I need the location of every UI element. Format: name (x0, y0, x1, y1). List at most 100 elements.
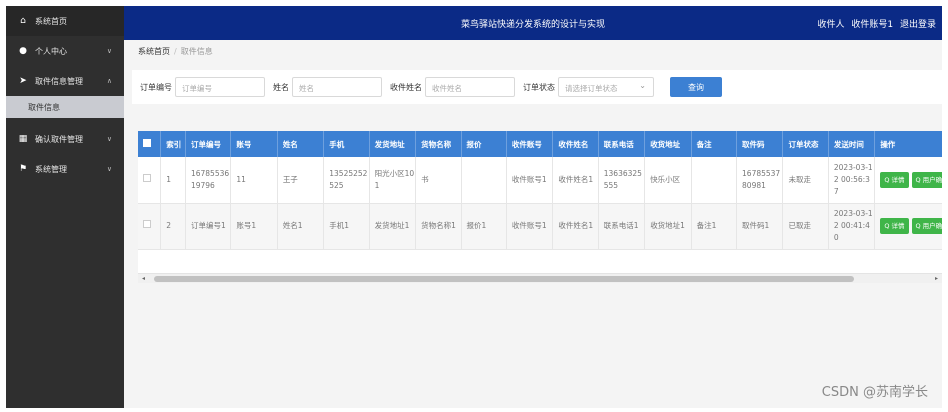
recv-name-input[interactable]: 收件姓名 (425, 77, 515, 97)
row-checkbox[interactable] (138, 157, 162, 204)
sidebar-item-confirm-pickup[interactable]: ▦ 确认取件管理 ∨ (6, 124, 124, 154)
sidebar-item-label: 系统首页 (35, 16, 67, 26)
table-cell: 联系电话1 (598, 203, 646, 250)
column-header: 订单状态 (782, 131, 829, 157)
detail-button[interactable]: Q 详情 (880, 218, 909, 234)
column-header: 联系电话 (598, 131, 646, 157)
column-header: 姓名 (277, 131, 325, 157)
send-icon: ➤ (19, 76, 27, 86)
row-checkbox[interactable] (138, 203, 162, 250)
user-info: 收件人 收件账号1 退出登录 (813, 17, 936, 30)
column-header: 发送时间 (828, 131, 876, 157)
confirm-button[interactable]: Q 用户确 (911, 218, 942, 234)
sidebar-item-pickup-info[interactable]: ➤ 取件信息管理 ∧ (6, 66, 124, 96)
table-cell: 2 (160, 203, 186, 250)
table-cell: 收件姓名1 (552, 157, 599, 204)
chevron-down-icon: ∨ (106, 135, 112, 143)
detail-button[interactable]: Q 详情 (880, 171, 909, 188)
table-cell (691, 157, 738, 204)
table-cell: 13525252525 (323, 157, 370, 204)
order-label: 订单编号 (140, 82, 172, 92)
column-header: 发货地址 (369, 131, 417, 157)
table-cell: 报价1 (461, 203, 507, 250)
horizontal-scrollbar[interactable]: ◂ ▸ (138, 273, 942, 283)
table-cell: 账号1 (230, 203, 278, 250)
table-cell: 阳光小区101 (369, 157, 417, 204)
status-placeholder: 请选择订单状态 (565, 84, 618, 93)
table-cell: 货物名称1 (415, 203, 462, 250)
table-cell: 备注1 (691, 203, 738, 250)
sidebar-subitem-label: 取件信息 (28, 102, 60, 112)
sidebar-item-home[interactable]: ⌂ 系统首页 (6, 6, 124, 36)
scroll-right-icon[interactable]: ▸ (935, 275, 938, 282)
table-cell: 收件姓名1 (552, 203, 599, 250)
name-input[interactable]: 姓名 (292, 77, 382, 97)
sidebar-item-label: 个人中心 (35, 46, 67, 56)
grid-icon: ▦ (18, 134, 28, 144)
table-cell: 收货地址1 (644, 203, 692, 250)
column-header: 取件码 (736, 131, 784, 157)
column-header: 账号 (230, 131, 278, 157)
sidebar-item-personal[interactable]: ● 个人中心 ∨ (6, 36, 124, 66)
table-cell: 订单编号1 (185, 203, 232, 250)
select-all-checkbox[interactable] (138, 131, 162, 157)
user-account: 收件账号1 (851, 20, 894, 30)
table-row: 2 订单编号1 账号1 姓名1 手机1 发货地址1 货物名称1 报价1 收件账号… (138, 203, 942, 250)
top-bar: 菜鸟驿站快递分发系统的设计与实现 收件人 收件账号1 退出登录 (124, 6, 942, 40)
app-frame: ⌂ 系统首页 ● 个人中心 ∨ ➤ 取件信息管理 ∧ 取件信息 ▦ 确认取件管理… (6, 6, 942, 408)
logout-link[interactable]: 退出登录 (900, 20, 936, 30)
user-role: 收件人 (817, 20, 845, 30)
chevron-down-icon: ∨ (106, 165, 112, 173)
sidebar-item-label: 确认取件管理 (35, 134, 83, 144)
query-button[interactable]: 查询 (670, 77, 722, 97)
column-header: 收件账号 (506, 131, 554, 157)
column-header: 收件姓名 (552, 131, 599, 157)
table-cell: 取件码1 (736, 203, 784, 250)
row-actions: Q 详情 Q 用户确 (874, 157, 942, 204)
column-header: 手机 (323, 131, 370, 157)
table-cell: 1 (160, 157, 186, 204)
table-cell: 1678553619796 (185, 157, 232, 204)
table-cell: 1678553780981 (736, 157, 784, 204)
table-cell: 2023-03-12 00:41:40 (828, 203, 876, 250)
breadcrumb-home[interactable]: 系统首页 (138, 47, 170, 56)
scroll-left-icon[interactable]: ◂ (142, 275, 145, 282)
column-header: 报价 (461, 131, 507, 157)
sidebar: ⌂ 系统首页 ● 个人中心 ∨ ➤ 取件信息管理 ∧ 取件信息 ▦ 确认取件管理… (6, 6, 124, 408)
watermark: CSDN @苏南学长 (821, 385, 928, 400)
table-cell: 收件账号1 (506, 203, 554, 250)
confirm-button[interactable]: Q 用户确 (911, 171, 942, 188)
flag-icon: ⚑ (18, 164, 28, 174)
name-label: 姓名 (273, 82, 289, 92)
chevron-down-icon: ∨ (106, 47, 112, 55)
column-header: 收货地址 (644, 131, 692, 157)
sidebar-item-system[interactable]: ⚑ 系统管理 ∨ (6, 154, 124, 184)
table-cell: 已取走 (782, 203, 829, 250)
column-header: 订单编号 (185, 131, 232, 157)
scrollbar-thumb[interactable] (154, 276, 854, 282)
table-cell: 王子 (277, 157, 325, 204)
table-cell: 快乐小区 (644, 157, 692, 204)
table-cell: 书 (415, 157, 462, 204)
table-cell: 未取走 (782, 157, 829, 204)
table-cell: 收件账号1 (506, 157, 554, 204)
status-select[interactable]: 请选择订单状态 ⌄ (558, 77, 654, 97)
sidebar-item-label: 系统管理 (35, 164, 67, 174)
table-row: 1 1678553619796 11 王子 13525252525 阳光小区10… (138, 157, 942, 204)
table-cell: 2023-03-12 00:56:37 (828, 157, 876, 204)
table-header-row: 索引 订单编号 账号 姓名 手机 发货地址 货物名称 报价 收件账号 收件姓名 … (138, 131, 942, 157)
order-input[interactable]: 订单编号 (175, 77, 265, 97)
search-bar: 订单编号 订单编号 姓名 姓名 收件姓名 收件姓名 订单状态 请选择订单状态 ⌄… (132, 70, 942, 104)
sidebar-item-label: 取件信息管理 (35, 76, 83, 86)
table-cell (461, 157, 507, 204)
breadcrumb-separator: / (174, 47, 177, 56)
chevron-down-icon: ⌄ (639, 81, 646, 90)
table-cell: 姓名1 (277, 203, 325, 250)
table-cell: 13636325555 (598, 157, 646, 204)
column-header: 货物名称 (415, 131, 462, 157)
recv-name-label: 收件姓名 (390, 82, 422, 92)
sidebar-subitem-pickup-info[interactable]: 取件信息 (6, 96, 124, 118)
row-actions: Q 详情 Q 用户确 (874, 203, 942, 250)
column-header: 备注 (691, 131, 738, 157)
home-icon: ⌂ (20, 16, 26, 26)
